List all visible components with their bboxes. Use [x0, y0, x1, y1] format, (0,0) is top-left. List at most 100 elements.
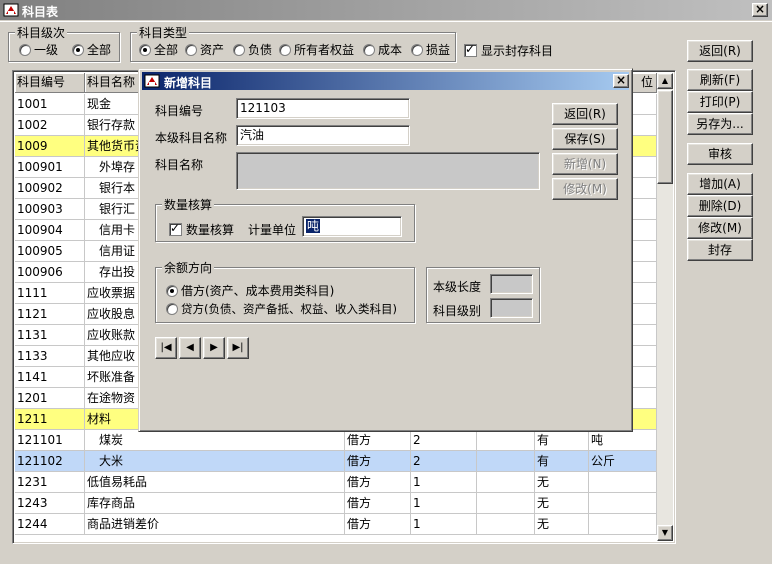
vertical-scrollbar[interactable]: ▲ ▼ [657, 73, 673, 541]
app-icon [3, 3, 19, 17]
cell-dir: 借方 [345, 493, 411, 514]
radio-icon [279, 44, 291, 56]
add-button[interactable]: 增加(A) [687, 173, 753, 195]
close-icon: × [754, 2, 766, 16]
cell-c5 [477, 451, 535, 472]
length-label: 本级长度 [433, 280, 482, 294]
type-option-asset[interactable]: 资产 [185, 41, 224, 58]
checkbox-icon [169, 221, 182, 236]
cell-c5 [477, 514, 535, 535]
table-row[interactable]: 1244 商品进销差价 借方 1 无 [15, 514, 657, 535]
cell-c5 [477, 472, 535, 493]
cell-unit [589, 472, 657, 493]
cell-dir: 借方 [345, 451, 411, 472]
code-input[interactable]: 121103 [236, 98, 410, 119]
cell-code: 1002 [15, 115, 85, 136]
full-name-label: 科目名称 [155, 158, 204, 172]
level-option-all[interactable]: 全部 [72, 41, 111, 58]
table-row[interactable]: 121101 煤炭 借方 2 有吨 [15, 430, 657, 451]
radio-icon [19, 44, 31, 56]
cell-code: 100902 [15, 178, 85, 199]
dialog-return-button[interactable]: 返回(R) [552, 103, 618, 125]
level-label: 科目级别 [433, 304, 482, 318]
refresh-button[interactable]: 刷新(F) [687, 69, 753, 91]
cell-len: 2 [411, 451, 477, 472]
cell-dir: 借方 [345, 430, 411, 451]
local-name-input[interactable]: 汽油 [236, 125, 410, 146]
cell-len: 1 [411, 493, 477, 514]
table-row[interactable]: 1243 库存商品 借方 1 无 [15, 493, 657, 514]
info-group: 本级长度 科目级别 [426, 267, 540, 323]
scroll-up-arrow-icon[interactable]: ▲ [657, 73, 673, 89]
type-option-all[interactable]: 全部 [139, 41, 178, 58]
cell-dir: 借方 [345, 472, 411, 493]
type-option-liability[interactable]: 负债 [233, 41, 272, 58]
qty-checkbox[interactable]: 数量核算 [169, 221, 234, 238]
scroll-down-arrow-icon[interactable]: ▼ [657, 525, 673, 541]
titlebar-background [0, 0, 772, 20]
type-option-pnl[interactable]: 损益 [411, 41, 450, 58]
dialog-title: 新增科目 [164, 76, 213, 90]
dialog-close-button[interactable]: × [613, 74, 629, 88]
table-row[interactable]: 121102 大米 借方 2 有公斤 [15, 451, 657, 472]
cell-code: 1111 [15, 283, 85, 304]
cell-name: 煤炭 [85, 430, 345, 451]
prev-record-icon[interactable]: ◀ [179, 337, 201, 359]
next-record-icon[interactable]: ▶ [203, 337, 225, 359]
cell-code: 1001 [15, 94, 85, 115]
type-option-equity[interactable]: 所有者权益 [279, 41, 354, 58]
radio-icon [233, 44, 245, 56]
cell-qty: 无 [535, 493, 589, 514]
cell-qty: 无 [535, 514, 589, 535]
cell-name: 大米 [85, 451, 345, 472]
level-option-first[interactable]: 一级 [19, 41, 58, 58]
level-group: 科目级次 一级 全部 [8, 24, 120, 62]
dialog-save-button[interactable]: 保存(S) [552, 128, 618, 150]
cell-code: 1201 [15, 388, 85, 409]
balance-group-legend: 余额方向 [162, 259, 215, 276]
save-as-button[interactable]: 另存为... [687, 113, 753, 135]
radio-icon [185, 44, 197, 56]
unit-label: 计量单位 [248, 223, 297, 237]
window-titlebar: 科目表 × [0, 0, 772, 22]
cell-code: 1243 [15, 493, 85, 514]
cell-code: 100904 [15, 220, 85, 241]
scroll-thumb[interactable] [657, 90, 673, 184]
delete-button[interactable]: 删除(D) [687, 195, 753, 217]
last-record-icon[interactable]: ▶| [227, 337, 249, 359]
dialog-new-button[interactable]: 新增(N) [552, 153, 618, 175]
window-close-button[interactable]: × [752, 3, 768, 17]
header-code[interactable]: 科目编号 [15, 73, 85, 93]
cell-code: 1131 [15, 325, 85, 346]
level-field [490, 298, 533, 318]
cell-c5 [477, 430, 535, 451]
return-button[interactable]: 返回(R) [687, 40, 753, 62]
radio-icon [139, 44, 151, 56]
edit-button[interactable]: 修改(M) [687, 217, 753, 239]
checkbox-icon [464, 42, 477, 57]
cell-name: 库存商品 [85, 493, 345, 514]
seal-button[interactable]: 封存 [687, 239, 753, 261]
cell-unit [589, 493, 657, 514]
cell-name: 低值易耗品 [85, 472, 345, 493]
local-name-label: 本级科目名称 [155, 131, 228, 145]
show-sealed-checkbox[interactable]: 显示封存科目 [464, 42, 553, 59]
cell-unit: 吨 [589, 430, 657, 451]
unit-input[interactable]: 吨 [302, 216, 402, 237]
cell-code: 121102 [15, 451, 85, 472]
cell-c5 [477, 493, 535, 514]
print-button[interactable]: 打印(P) [687, 91, 753, 113]
close-icon: × [615, 73, 627, 87]
type-option-cost[interactable]: 成本 [363, 41, 402, 58]
audit-button[interactable]: 审核 [687, 143, 753, 165]
cell-code: 1121 [15, 304, 85, 325]
unit-input-value: 吨 [306, 219, 321, 233]
dialog-edit-button[interactable]: 修改(M) [552, 178, 618, 200]
cell-unit: 公斤 [589, 451, 657, 472]
cell-code: 1211 [15, 409, 85, 430]
balance-debit-radio[interactable]: 借方(资产、成本费用类科目) [166, 282, 334, 299]
table-row[interactable]: 1231 低值易耗品 借方 1 无 [15, 472, 657, 493]
balance-credit-radio[interactable]: 贷方(负债、资产备抵、权益、收入类科目) [166, 301, 397, 317]
first-record-icon[interactable]: |◀ [155, 337, 177, 359]
cell-code: 1231 [15, 472, 85, 493]
